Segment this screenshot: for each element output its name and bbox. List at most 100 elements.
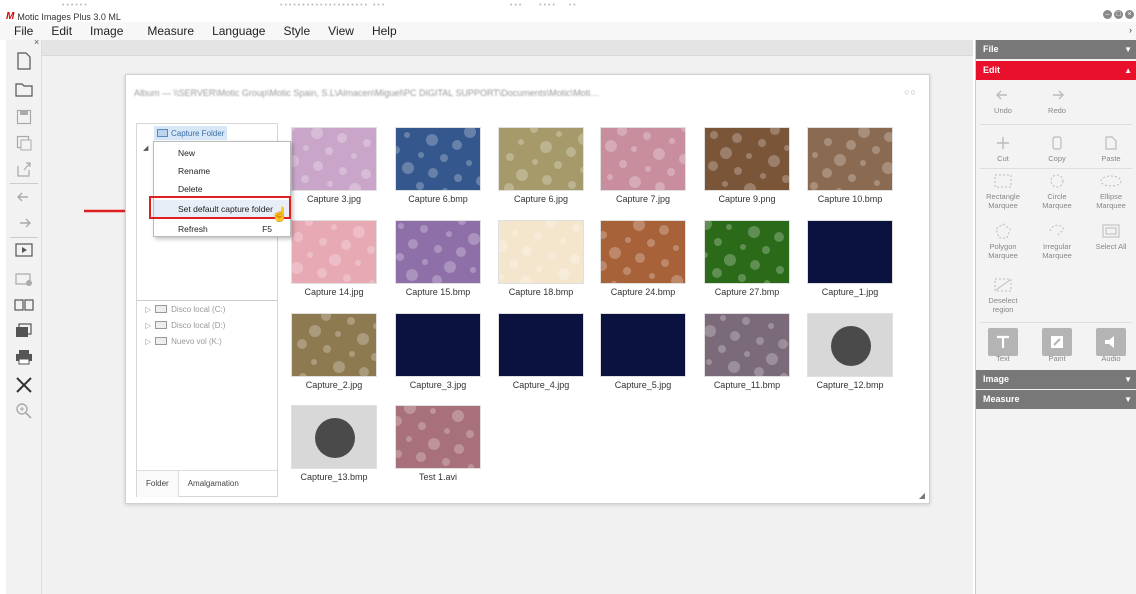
redo-tool[interactable]: Redo [1034, 84, 1080, 115]
app-logo: M [6, 11, 15, 22]
tool-label: Audio [1101, 354, 1121, 363]
menu-view[interactable]: View [328, 24, 354, 38]
close-button[interactable]: × [1125, 10, 1134, 19]
menu-measure[interactable]: Measure [147, 24, 194, 38]
menu-help[interactable]: Help [372, 24, 397, 38]
chevron-down-icon: ▼ [1124, 375, 1132, 384]
paste-tool[interactable]: Paste [1088, 132, 1134, 163]
copy-tool[interactable]: Copy [1034, 132, 1080, 163]
image-thumbnail[interactable] [600, 127, 686, 191]
close-toolbar-icon[interactable]: × [34, 37, 39, 47]
new-document-icon[interactable] [12, 50, 36, 72]
ellipse-marquee-tool[interactable]: Ellipse Marquee [1088, 170, 1134, 210]
menu-file[interactable]: File [14, 24, 33, 38]
thumbnail-label: Capture_12.bmp [816, 380, 884, 390]
drive-item[interactable]: ▷ Nuevo vol (K:) [145, 335, 222, 347]
image-thumbnail[interactable] [498, 127, 584, 191]
thumbnail-label: Capture 6.bmp [408, 194, 468, 204]
image-thumbnail[interactable] [704, 313, 790, 377]
image-thumbnail[interactable] [395, 313, 481, 377]
workspace-tab-strip [42, 40, 973, 56]
menu-image[interactable]: Image [90, 24, 123, 38]
drive-icon [155, 336, 168, 345]
audio-tool[interactable] [1096, 328, 1126, 356]
image-thumbnail[interactable] [395, 220, 481, 284]
save-icon[interactable] [12, 106, 36, 128]
rectangle-marquee-icon [994, 174, 1012, 188]
thumbnail-label: Capture 14.jpg [304, 287, 364, 297]
image-thumbnail[interactable] [807, 127, 893, 191]
menu-item-rename[interactable]: Rename [154, 162, 290, 180]
menu-edit[interactable]: Edit [51, 24, 72, 38]
menu-item-refresh[interactable]: Refresh F5 [154, 220, 290, 238]
image-thumbnail[interactable] [291, 405, 377, 469]
export-icon[interactable] [12, 158, 36, 180]
polygon-marquee-tool[interactable]: Polygon Marquee [980, 220, 1026, 260]
capture-folder-node[interactable]: Capture Folder [154, 126, 228, 140]
image-thumbnail[interactable] [395, 405, 481, 469]
image-thumbnail[interactable] [291, 313, 377, 377]
tab-folder[interactable]: Folder [137, 470, 179, 497]
resize-grip-icon[interactable]: ◢ [919, 491, 925, 500]
image-thumbnail[interactable] [600, 313, 686, 377]
image-thumbnail[interactable] [807, 313, 893, 377]
image-thumbnail[interactable] [704, 220, 790, 284]
circle-marquee-tool[interactable]: Circle Marquee [1034, 170, 1080, 210]
section-edit[interactable]: Edit ▲ [976, 61, 1136, 80]
drive-label: Disco local (C:) [171, 304, 226, 314]
slideshow-icon[interactable] [12, 240, 36, 262]
irregular-marquee-tool[interactable]: Irregular Marquee [1034, 220, 1080, 260]
undo-tool[interactable]: Undo [980, 84, 1026, 115]
image-thumbnail[interactable] [291, 220, 377, 284]
image-thumbnail[interactable] [498, 220, 584, 284]
drive-item[interactable]: ▷ Disco local (D:) [145, 319, 225, 331]
text-tool[interactable] [988, 328, 1018, 356]
save-as-icon[interactable] [12, 132, 36, 154]
tools-icon[interactable] [12, 374, 36, 396]
open-folder-icon[interactable] [12, 78, 36, 100]
rectangle-marquee-tool[interactable]: Rectangle Marquee [980, 170, 1026, 210]
folder-tabs: Folder Amalgamation [137, 470, 277, 497]
cut-tool[interactable]: Cut [980, 132, 1026, 163]
section-measure[interactable]: Measure ▼ [976, 390, 1136, 409]
gallery-icon[interactable] [12, 320, 36, 342]
compare-icon[interactable] [12, 294, 36, 316]
thumbnail-label: Capture 27.bmp [714, 287, 780, 297]
tool-label: Rectangle Marquee [986, 192, 1020, 210]
drive-item[interactable]: ▷ Disco local (C:) [145, 303, 225, 315]
paste-icon [1105, 136, 1117, 150]
menu-style[interactable]: Style [283, 24, 310, 38]
expand-triangle-icon[interactable]: ◢ [143, 144, 148, 152]
zoom-icon[interactable] [12, 400, 36, 422]
menu-item-new[interactable]: New [154, 144, 290, 162]
chevron-down-icon: ▼ [1124, 45, 1132, 54]
section-label: Edit [983, 65, 1000, 75]
menu-language[interactable]: Language [212, 24, 265, 38]
print-icon[interactable] [12, 346, 36, 368]
maximize-button[interactable]: □ [1114, 10, 1123, 19]
image-thumbnail[interactable] [291, 127, 377, 191]
section-image[interactable]: Image ▼ [976, 370, 1136, 389]
camera-capture-icon[interactable] [12, 268, 36, 290]
thumbnail-label: Capture_5.jpg [614, 380, 672, 390]
section-file[interactable]: File ▼ [976, 40, 1136, 59]
image-thumbnail[interactable] [395, 127, 481, 191]
select-all-tool[interactable]: Select All [1088, 220, 1134, 251]
chevron-right-icon[interactable]: › [1129, 25, 1132, 35]
image-thumbnail[interactable] [704, 127, 790, 191]
collapse-arrow-icon: ▷ [145, 320, 152, 330]
minimize-button[interactable]: – [1103, 10, 1112, 19]
image-thumbnail[interactable] [807, 220, 893, 284]
image-thumbnail[interactable] [498, 313, 584, 377]
deselect-region-tool[interactable]: Deselect region [980, 274, 1026, 314]
panel-divider [980, 124, 1132, 125]
thumbnail-label: Capture 24.bmp [610, 287, 676, 297]
album-window-controls[interactable]: ○○ [904, 87, 917, 97]
redo-icon[interactable] [12, 212, 36, 234]
tool-label: Ellipse Marquee [1096, 192, 1126, 210]
undo-icon[interactable] [12, 186, 36, 208]
tab-amalgamation[interactable]: Amalgamation [179, 471, 248, 497]
panel-divider [980, 168, 1132, 169]
paint-tool[interactable] [1042, 328, 1072, 356]
image-thumbnail[interactable] [600, 220, 686, 284]
